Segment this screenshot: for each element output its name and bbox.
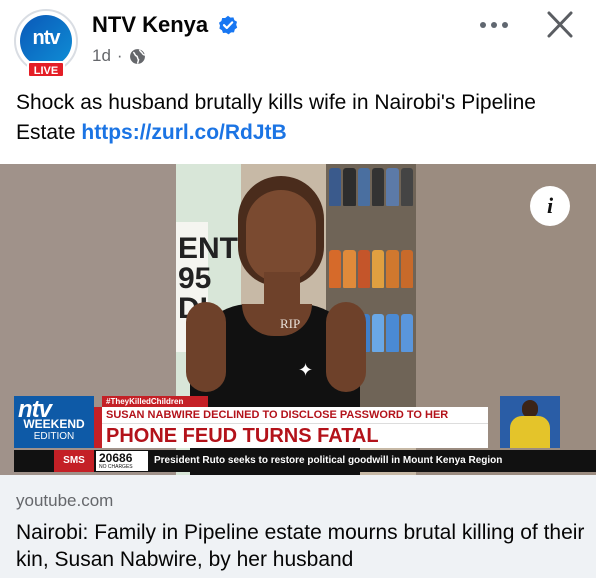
globe-icon <box>129 48 146 64</box>
ntv-weekend-logo: ntv WEEKEND EDITION <box>14 396 94 448</box>
rip-watermark: RIP <box>280 316 301 331</box>
ticker-text: President Ruto seeks to restore politica… <box>154 455 503 466</box>
person-face <box>246 190 316 282</box>
news-ticker: SMS 20686 NO CHARGES President Ruto seek… <box>14 450 596 472</box>
link-preview-card[interactable]: youtube.com Nairobi: Family in Pipeline … <box>0 475 596 578</box>
sign-language-interpreter <box>500 396 560 448</box>
avatar-logo-text: ntv <box>32 27 61 49</box>
shelf-bottles <box>326 250 416 288</box>
broadcast-lower-third: ntv WEEKEND EDITION #TheyKilledChildren … <box>14 396 596 475</box>
post-header: ntv LIVE NTV Kenya 1d · <box>0 0 596 84</box>
link-title: Nairobi: Family in Pipeline estate mourn… <box>16 521 585 571</box>
hashtag-strap: #TheyKilledChildren <box>102 396 208 407</box>
logo-weekend-text: WEEKEND <box>23 417 85 431</box>
ticker-sms-code: 20686 NO CHARGES <box>96 451 148 471</box>
more-options-button[interactable] <box>474 10 514 40</box>
shelf-bottles <box>326 168 416 206</box>
more-options-icon <box>491 22 497 28</box>
post-video-thumbnail[interactable]: ENT 95 DL RIP ✦ i ntv WEEKEND EDITION #T… <box>0 164 596 475</box>
person-arm-right <box>326 302 366 392</box>
ticker-sms-label: SMS <box>54 450 94 472</box>
ticker-code-number: 20686 <box>99 451 133 465</box>
info-button[interactable]: i <box>530 186 570 226</box>
ticker-code-note: NO CHARGES <box>99 464 133 470</box>
interpreter-body <box>510 416 550 448</box>
close-icon[interactable] <box>540 8 580 42</box>
post-meta: 1d · <box>92 46 146 66</box>
headline: PHONE FEUD TURNS FATAL <box>102 423 488 448</box>
post-link[interactable]: https://zurl.co/RdJtB <box>81 121 286 144</box>
post-age[interactable]: 1d <box>92 46 111 66</box>
pendant-icon: ✦ <box>298 360 314 380</box>
subheadline: SUSAN NABWIRE DECLINED TO DISCLOSE PASSW… <box>102 407 488 437</box>
post-text: Shock as husband brutally kills wife in … <box>16 88 586 148</box>
verified-badge-icon <box>219 15 238 35</box>
headline-accent <box>94 407 102 448</box>
meta-separator: · <box>116 46 123 65</box>
person-arm-left <box>186 302 226 392</box>
link-domain: youtube.com <box>16 491 114 510</box>
more-options-icon <box>480 22 486 28</box>
page-name-link[interactable]: NTV Kenya <box>92 12 208 38</box>
logo-edition-text: EDITION <box>33 431 75 442</box>
live-badge: LIVE <box>27 61 65 78</box>
more-options-icon <box>502 22 508 28</box>
